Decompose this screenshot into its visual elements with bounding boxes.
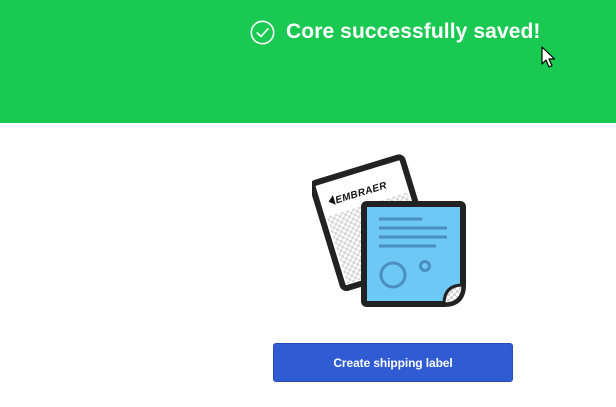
front-document bbox=[361, 201, 466, 307]
create-shipping-label-button[interactable]: Create shipping label bbox=[273, 343, 513, 382]
mouse-pointer-icon bbox=[541, 46, 556, 68]
success-banner: Core successfully saved! bbox=[0, 0, 616, 123]
success-message: Core successfully saved! bbox=[250, 18, 541, 46]
shipping-label-illustration: EMBRAER bbox=[312, 154, 466, 307]
check-circle-icon bbox=[250, 20, 275, 44]
success-message-text: Core successfully saved! bbox=[286, 20, 541, 43]
